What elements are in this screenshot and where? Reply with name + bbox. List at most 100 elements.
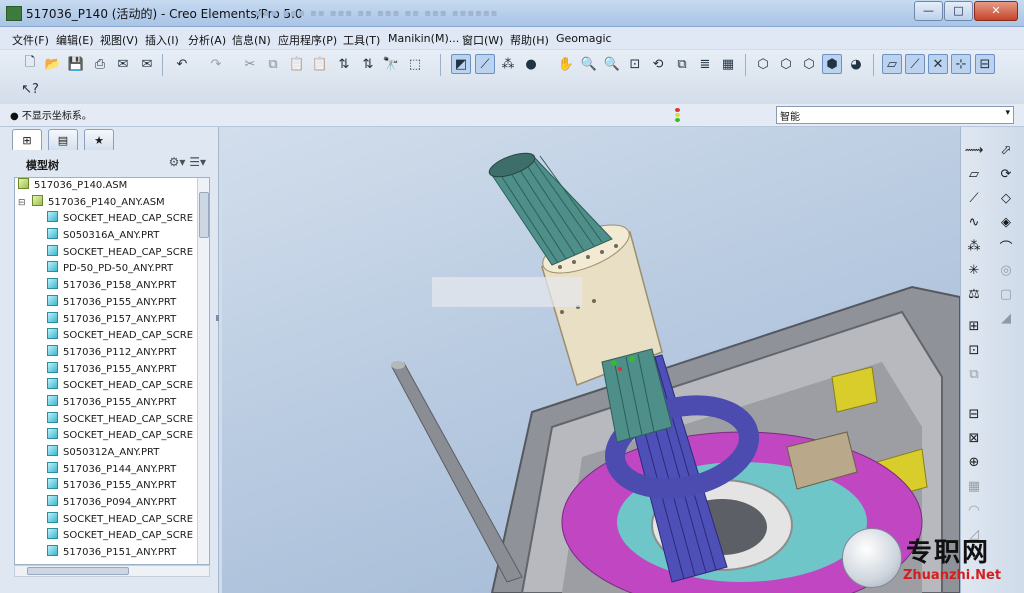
tree-vertical-scrollbar[interactable]: [197, 178, 209, 564]
tree-item[interactable]: SOCKET_HEAD_CAP_SCRE: [15, 211, 209, 228]
menu-edit[interactable]: 编辑(E): [56, 32, 94, 48]
tree-item[interactable]: SOCKET_HEAD_CAP_SCRE: [15, 528, 209, 545]
tree-item[interactable]: 517036_P155_ANY.PRT: [15, 294, 209, 312]
layers-icon[interactable]: ≣: [695, 54, 715, 74]
select-box-icon[interactable]: ⬚: [405, 54, 425, 74]
tree-settings-icon[interactable]: ⚙▾ ☰▾: [169, 155, 206, 169]
create-component-icon[interactable]: ⊡: [965, 341, 983, 359]
close-button[interactable]: ✕: [974, 1, 1018, 21]
csys-tool-icon[interactable]: ✳: [965, 261, 983, 279]
tree-item[interactable]: 517036_P140.ASM: [15, 178, 209, 195]
menu-applications[interactable]: 应用程序(P): [278, 32, 337, 48]
mirror-component-icon[interactable]: ⊠: [965, 429, 983, 447]
datum-axis-icon[interactable]: ⟋: [965, 189, 983, 207]
save-icon[interactable]: 💾: [66, 54, 86, 74]
point-display-icon[interactable]: ✕: [928, 54, 948, 74]
tree-horizontal-scrollbar[interactable]: [14, 565, 210, 577]
refit-icon[interactable]: ⊡: [625, 54, 645, 74]
menu-help[interactable]: 帮助(H): [510, 32, 549, 48]
menu-analysis[interactable]: 分析(A): [188, 32, 226, 48]
wireframe-icon[interactable]: ⬡: [753, 54, 773, 74]
menu-geomagic[interactable]: Geomagic: [556, 32, 612, 45]
tab-folder-browser[interactable]: ▤: [48, 129, 78, 150]
csys-display-icon[interactable]: ⊹: [951, 54, 971, 74]
merge-icon[interactable]: ⊕: [965, 453, 983, 471]
shaded-mode-icon[interactable]: ⬢: [822, 54, 842, 74]
tree-item[interactable]: 517036_P157_ANY.PRT: [15, 311, 209, 329]
menu-tools[interactable]: 工具(T): [343, 32, 380, 48]
view-manager-icon[interactable]: ▦: [718, 54, 738, 74]
maximize-button[interactable]: □: [944, 1, 973, 21]
tree-item[interactable]: 517036_P155_ANY.PRT: [15, 361, 209, 379]
tree-item[interactable]: 517036_P151_ANY.PRT: [15, 545, 209, 562]
tree-item[interactable]: 517036_P094_ANY.PRT: [15, 495, 209, 512]
tree-item[interactable]: SOCKET_HEAD_CAP_SCRE: [15, 378, 209, 395]
menu-view[interactable]: 视图(V): [100, 32, 138, 48]
tree-item[interactable]: 517036_P112_ANY.PRT: [15, 344, 209, 362]
find-icon[interactable]: 🔭: [381, 54, 401, 74]
datum-curve-icon[interactable]: ∿: [965, 213, 983, 231]
tree-item[interactable]: S050316A_ANY.PRT: [15, 228, 209, 245]
hole-tool-icon[interactable]: ◎: [997, 261, 1015, 279]
saved-views-icon[interactable]: ⧉: [672, 54, 692, 74]
datum-points-icon[interactable]: ⁂: [498, 54, 518, 74]
menu-manikin[interactable]: Manikin(M)...: [388, 32, 459, 45]
new-file-icon[interactable]: 🗋: [20, 54, 40, 74]
regenerate-manager-icon[interactable]: ⇅: [358, 54, 378, 74]
hidden-line-icon[interactable]: ⬡: [776, 54, 796, 74]
analysis-feature-icon[interactable]: ⚖: [965, 285, 983, 303]
paste-icon[interactable]: 📋: [287, 54, 307, 74]
tree-item[interactable]: SOCKET_HEAD_CAP_SCRE: [15, 328, 209, 345]
reorient-icon[interactable]: ⟲: [648, 54, 668, 74]
tree-item[interactable]: ⊟ 517036_P140_ANY.ASM: [15, 194, 209, 212]
zoom-in-icon[interactable]: 🔍: [579, 54, 599, 74]
sweep-tool-icon[interactable]: ◇: [997, 189, 1015, 207]
assemble-icon[interactable]: ⊞: [965, 317, 983, 335]
regenerate-icon[interactable]: ⇅: [334, 54, 354, 74]
tree-item[interactable]: SOCKET_HEAD_CAP_SCRE: [15, 428, 209, 445]
tree-item[interactable]: SOCKET_HEAD_CAP_SCRE: [15, 411, 209, 429]
selection-filter-select[interactable]: 智能 ▾: [776, 106, 1014, 124]
tree-item[interactable]: SOCKET_HEAD_CAP_SCRE: [15, 511, 209, 529]
zoom-out-icon[interactable]: 🔍: [602, 54, 622, 74]
extrude-tool-icon[interactable]: ⬀: [997, 141, 1015, 159]
menu-file[interactable]: 文件(F): [12, 32, 49, 48]
undo-icon[interactable]: ↶: [172, 54, 192, 74]
minimize-button[interactable]: —: [914, 1, 943, 21]
tree-item[interactable]: 517036_P155_ANY.PRT: [15, 394, 209, 412]
rib-tool-icon[interactable]: ◢: [997, 309, 1015, 327]
no-hidden-icon[interactable]: ⬡: [799, 54, 819, 74]
tree-item[interactable]: 517036_P158_ANY.PRT: [15, 278, 209, 295]
round-tool-icon[interactable]: ◠: [965, 501, 983, 519]
context-help-icon[interactable]: ↖?: [20, 79, 40, 99]
tree-item[interactable]: SOCKET_HEAD_CAP_SCRE: [15, 244, 209, 262]
menu-window[interactable]: 窗口(W): [462, 32, 503, 48]
cut-icon[interactable]: ✂: [240, 54, 260, 74]
axis-display-icon[interactable]: ⟋: [905, 54, 925, 74]
tab-favorites[interactable]: ★: [84, 129, 114, 150]
datum-plane-tool-icon[interactable]: ⟿: [965, 141, 984, 159]
tree-item[interactable]: PD-50_PD-50_ANY.PRT: [15, 261, 209, 278]
graphics-viewport[interactable]: [222, 127, 960, 593]
send-mail-icon[interactable]: ✉: [113, 54, 133, 74]
repeat-icon[interactable]: ⧉: [965, 365, 983, 383]
tab-model-tree[interactable]: ⊞: [12, 129, 42, 150]
menu-insert[interactable]: 插入(I): [145, 32, 179, 48]
annotation-display-icon[interactable]: ⊟: [975, 54, 995, 74]
pan-hand-icon[interactable]: ✋: [556, 54, 576, 74]
collapse-toggle-icon[interactable]: ⊟: [18, 195, 26, 212]
tree-item[interactable]: S050312A_ANY.PRT: [15, 445, 209, 462]
open-folder-icon[interactable]: 📂: [43, 54, 63, 74]
enhanced-realism-icon[interactable]: ◕: [846, 54, 866, 74]
copy-icon[interactable]: ⧉: [263, 54, 283, 74]
blend-tool-icon[interactable]: ◈: [997, 213, 1015, 231]
plane-display-icon[interactable]: ▱: [882, 54, 902, 74]
tree-item[interactable]: 517036_P144_ANY.PRT: [15, 461, 209, 479]
revolve-tool-icon[interactable]: ⟳: [997, 165, 1015, 183]
redo-icon[interactable]: ↷: [206, 54, 226, 74]
tree-item[interactable]: 517036_P155_ANY.PRT: [15, 478, 209, 495]
paste-special-icon[interactable]: 📋: [310, 54, 330, 74]
datum-planes-icon[interactable]: ◩: [451, 54, 471, 74]
datum-plane-icon[interactable]: ▱: [965, 165, 983, 183]
boundary-blend-icon[interactable]: ⌒: [997, 237, 1015, 256]
